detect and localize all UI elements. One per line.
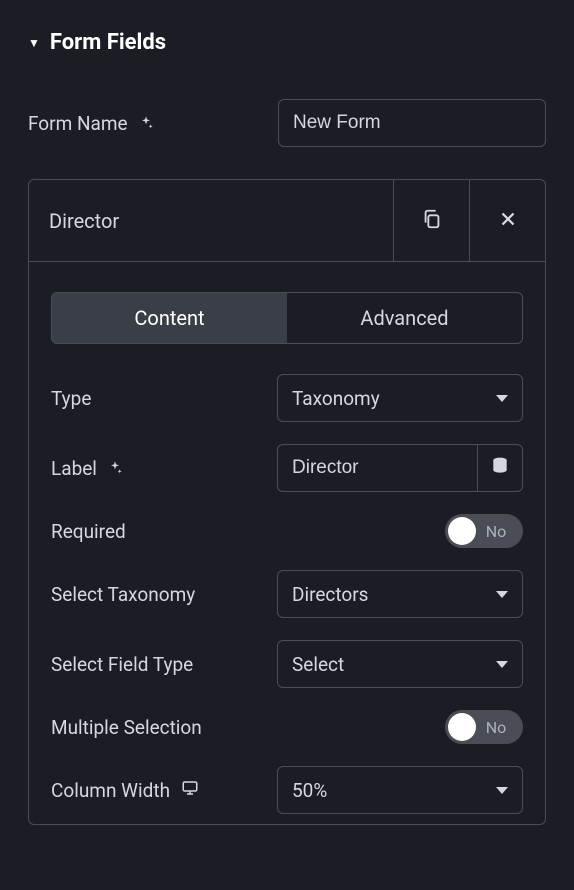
required-label: Required: [51, 520, 126, 543]
database-icon: [490, 456, 510, 480]
multiple-selection-label: Multiple Selection: [51, 716, 202, 739]
sparkle-icon[interactable]: [107, 460, 123, 476]
required-toggle-label: No: [476, 522, 520, 541]
select-taxonomy-row: Select Taxonomy Directors: [51, 570, 523, 618]
toggle-knob: [448, 713, 476, 741]
select-field-type-value: Select: [292, 653, 344, 676]
section-header[interactable]: ▼ Form Fields: [28, 30, 546, 55]
duplicate-button[interactable]: [393, 180, 469, 261]
select-taxonomy-value: Directors: [292, 583, 368, 606]
select-taxonomy-label: Select Taxonomy: [51, 583, 195, 606]
form-name-input-wrap: [278, 99, 546, 147]
card-title[interactable]: Director: [29, 180, 393, 261]
card-header: Director: [29, 180, 545, 262]
select-taxonomy-select[interactable]: Directors: [277, 570, 523, 618]
sparkle-icon[interactable]: [138, 115, 154, 131]
delete-button[interactable]: [469, 180, 545, 261]
type-label: Type: [51, 387, 91, 410]
column-width-value: 50%: [292, 779, 327, 802]
field-card: Director Content Advanced Type Taxonomy: [28, 179, 546, 825]
multiple-selection-toggle[interactable]: No: [445, 710, 523, 744]
chevron-down-icon: [496, 787, 508, 794]
multiple-selection-row: Multiple Selection No: [51, 710, 523, 744]
column-width-select[interactable]: 50%: [277, 766, 523, 814]
type-select[interactable]: Taxonomy: [277, 374, 523, 422]
label-row: Label: [51, 444, 523, 492]
form-name-label: Form Name: [28, 112, 278, 135]
required-toggle[interactable]: No: [445, 514, 523, 548]
column-width-label: Column Width: [51, 779, 170, 802]
copy-icon: [421, 208, 443, 234]
form-name-label-text: Form Name: [28, 112, 128, 135]
select-field-type-select[interactable]: Select: [277, 640, 523, 688]
label-input[interactable]: [277, 444, 477, 492]
tab-content[interactable]: Content: [52, 293, 287, 343]
dynamic-data-button[interactable]: [477, 444, 523, 492]
form-name-input[interactable]: [278, 99, 546, 147]
caret-down-icon: ▼: [28, 36, 40, 50]
column-width-row: Column Width 50%: [51, 766, 523, 814]
toggle-knob: [448, 517, 476, 545]
card-body: Content Advanced Type Taxonomy Label: [29, 262, 545, 814]
label-input-group: [277, 444, 523, 492]
multiple-selection-toggle-label: No: [476, 718, 520, 737]
section-title: Form Fields: [50, 30, 166, 55]
chevron-down-icon: [496, 661, 508, 668]
select-field-type-label: Select Field Type: [51, 653, 193, 676]
monitor-icon[interactable]: [180, 779, 200, 802]
chevron-down-icon: [496, 591, 508, 598]
chevron-down-icon: [496, 395, 508, 402]
close-icon: [497, 208, 519, 234]
select-field-type-row: Select Field Type Select: [51, 640, 523, 688]
tabs: Content Advanced: [51, 292, 523, 344]
required-row: Required No: [51, 514, 523, 548]
tab-advanced[interactable]: Advanced: [287, 293, 522, 343]
type-row: Type Taxonomy: [51, 374, 523, 422]
label-label: Label: [51, 457, 97, 480]
form-name-row: Form Name: [28, 99, 546, 147]
type-value: Taxonomy: [292, 387, 380, 410]
